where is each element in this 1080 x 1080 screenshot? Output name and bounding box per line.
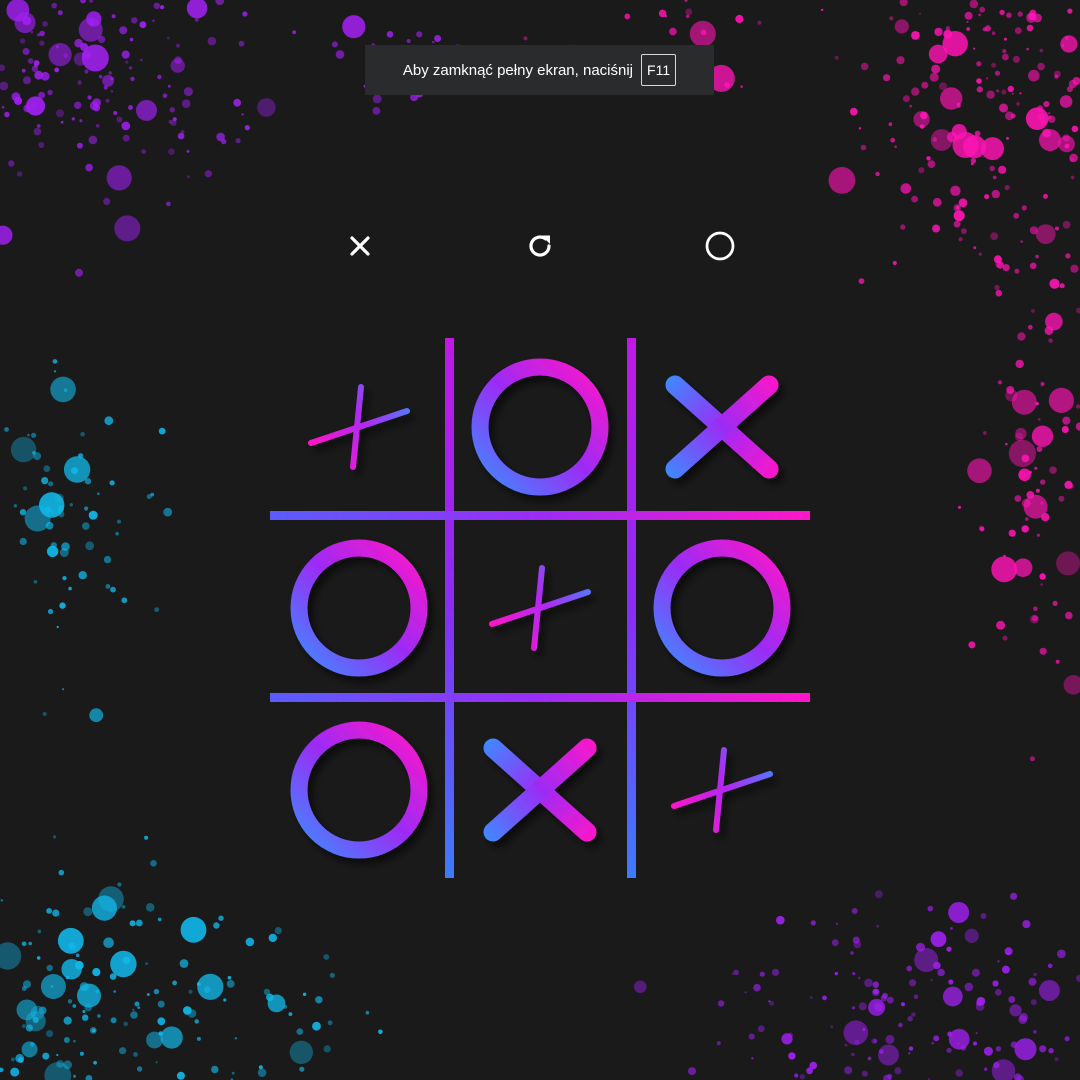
restart-button[interactable] [522, 228, 558, 264]
board-cell[interactable] [271, 520, 447, 696]
board-cell[interactable] [452, 339, 628, 515]
game-board [270, 338, 810, 878]
o-icon [705, 231, 735, 261]
board-cell[interactable] [634, 339, 810, 515]
board-cell[interactable] [634, 702, 810, 878]
fullscreen-notice: Aby zamknąć pełny ekran, naciśnij F11 [365, 45, 714, 95]
restart-icon [529, 235, 551, 257]
x-icon [350, 236, 370, 256]
board-cell[interactable] [452, 702, 628, 878]
board-cell[interactable] [452, 520, 628, 696]
fullscreen-notice-text: Aby zamknąć pełny ekran, naciśnij [402, 61, 634, 79]
f11-key-badge: F11 [641, 54, 677, 86]
board-cell[interactable] [271, 702, 447, 878]
x-player-button[interactable] [342, 228, 378, 264]
board-cell[interactable] [271, 339, 447, 515]
game-screen: Aby zamknąć pełny ekran, naciśnij F11 [0, 0, 1080, 1080]
board-cell[interactable] [634, 520, 810, 696]
o-player-button[interactable] [702, 228, 738, 264]
